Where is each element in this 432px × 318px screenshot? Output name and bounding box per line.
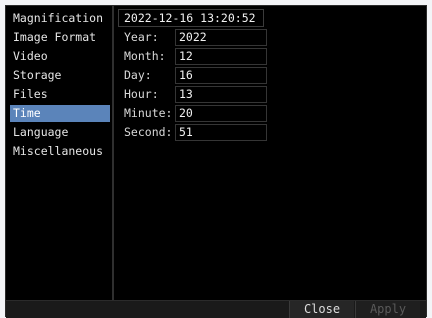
second-field[interactable]: 51 — [175, 124, 267, 141]
minute-field[interactable]: 20 — [175, 105, 267, 122]
current-datetime-display: 2022-12-16 13:20:52 — [118, 9, 264, 27]
close-button[interactable]: Close — [289, 301, 354, 318]
day-field[interactable]: 16 — [175, 67, 267, 84]
apply-button[interactable]: Apply — [355, 301, 420, 318]
sidebar-item-magnification[interactable]: Magnification — [10, 10, 110, 27]
day-label: Day: — [124, 68, 152, 82]
sidebar-item-storage[interactable]: Storage — [10, 67, 110, 84]
sidebar-item-time[interactable]: Time — [10, 105, 110, 122]
day-row: Day: 16 — [118, 67, 267, 84]
sidebar-item-image-format[interactable]: Image Format — [10, 29, 110, 46]
sidebar-item-language[interactable]: Language — [10, 124, 110, 141]
sidebar-item-video[interactable]: Video — [10, 48, 110, 65]
dialog-footer: Close Apply — [6, 300, 426, 318]
second-label: Second: — [124, 125, 173, 139]
month-row: Month: 12 — [118, 48, 267, 65]
month-label: Month: — [124, 49, 166, 63]
hour-field[interactable]: 13 — [175, 86, 267, 103]
minute-row: Minute: 20 — [118, 105, 267, 122]
hour-label: Hour: — [124, 87, 159, 101]
settings-panel: Magnification Image Format Video Storage… — [5, 5, 427, 318]
sidebar-item-files[interactable]: Files — [10, 86, 110, 103]
second-row: Second: 51 — [118, 124, 267, 141]
hour-row: Hour: 13 — [118, 86, 267, 103]
year-label: Year: — [124, 30, 159, 44]
sidebar-divider — [112, 6, 114, 300]
settings-sidebar: Magnification Image Format Video Storage… — [6, 6, 112, 300]
month-field[interactable]: 12 — [175, 48, 267, 65]
time-settings-content: 2022-12-16 13:20:52 Year: 2022 Month: 12… — [115, 6, 427, 300]
minute-label: Minute: — [124, 106, 173, 120]
year-field[interactable]: 2022 — [175, 29, 267, 46]
sidebar-item-miscellaneous[interactable]: Miscellaneous — [10, 143, 110, 160]
year-row: Year: 2022 — [118, 29, 267, 46]
